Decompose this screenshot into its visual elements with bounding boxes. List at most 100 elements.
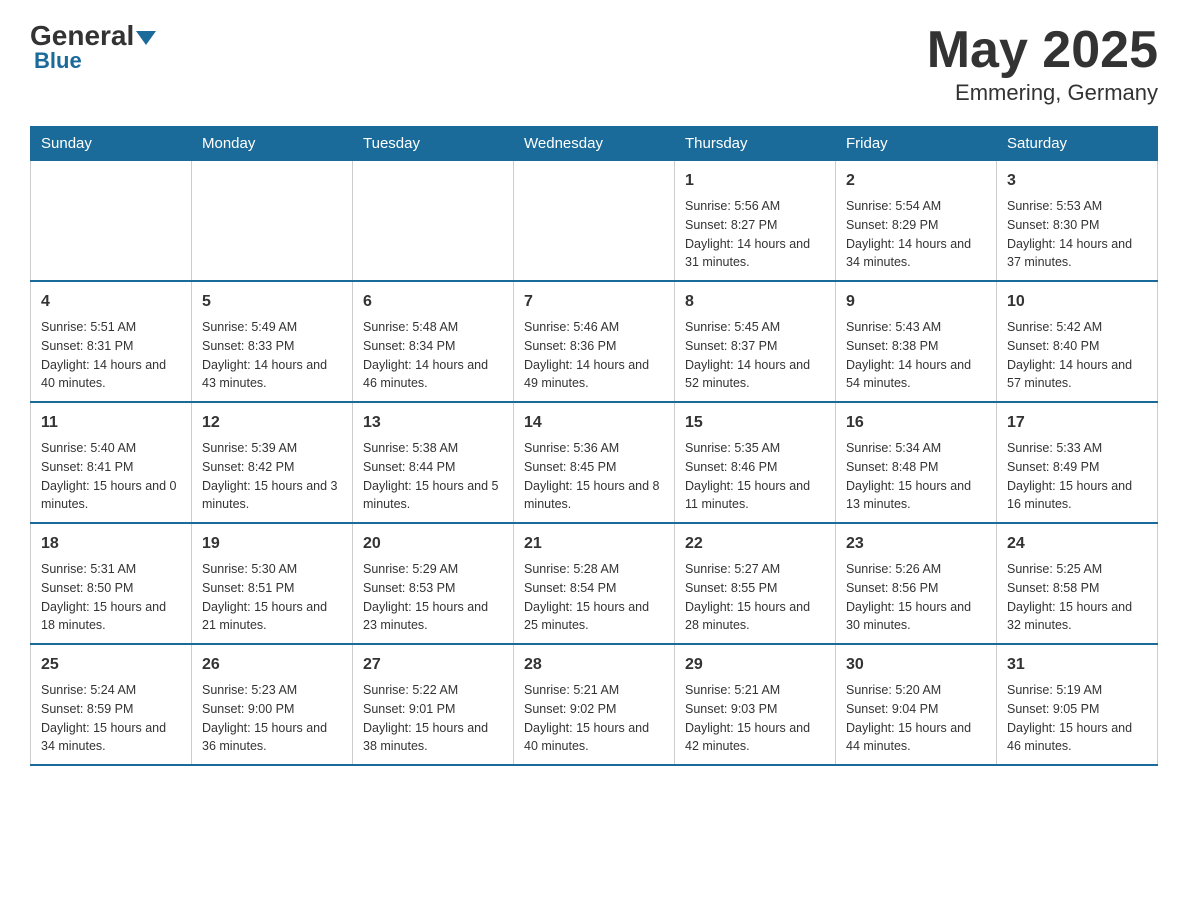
- day-number: 6: [363, 290, 503, 314]
- day-cell-3-3: 13Sunrise: 5:38 AM Sunset: 8:44 PM Dayli…: [353, 402, 514, 523]
- day-number: 22: [685, 532, 825, 556]
- day-info: Sunrise: 5:29 AM Sunset: 8:53 PM Dayligh…: [363, 560, 503, 635]
- col-sunday: Sunday: [31, 127, 192, 161]
- day-cell-4-3: 20 Sunrise: 5:29 AM Sunset: 8:53 PM Dayli…: [353, 523, 514, 644]
- day-cell-4-5: 22 Sunrise: 5:27 AM Sunset: 8:55 PM Dayli…: [675, 523, 836, 644]
- day-cell-2-4: 7 Sunrise: 5:46 AM Sunset: 8:36 PM Daylig…: [514, 281, 675, 402]
- day-number: 24: [1007, 532, 1147, 556]
- location-subtitle: Emmering, Germany: [927, 80, 1158, 106]
- col-tuesday: Tuesday: [353, 127, 514, 161]
- day-info: Sunrise: 5:45 AM Sunset: 8:37 PM Dayligh…: [685, 318, 825, 393]
- week-row-2: 4Sunrise: 5:51 AM Sunset: 8:31 PM Daylig…: [31, 281, 1158, 402]
- day-info: Sunrise: 5:25 AM Sunset: 8:58 PM Dayligh…: [1007, 560, 1147, 635]
- calendar-header-row: Sunday Monday Tuesday Wednesday Thursday…: [31, 127, 1158, 161]
- week-row-5: 25Sunrise: 5:24 AM Sunset: 8:59 PM Dayli…: [31, 644, 1158, 765]
- day-info: Sunrise: 5:27 AM Sunset: 8:55 PM Dayligh…: [685, 560, 825, 635]
- day-cell-1-3: [353, 161, 514, 282]
- day-info: Sunrise: 5:33 AM Sunset: 8:49 PM Dayligh…: [1007, 439, 1147, 514]
- day-info: Sunrise: 5:39 AM Sunset: 8:42 PM Dayligh…: [202, 439, 342, 514]
- day-info: Sunrise: 5:28 AM Sunset: 8:54 PM Dayligh…: [524, 560, 664, 635]
- day-number: 8: [685, 290, 825, 314]
- day-cell-1-5: 1 Sunrise: 5:56 AM Sunset: 8:27 PM Daylig…: [675, 161, 836, 282]
- month-year-title: May 2025: [927, 20, 1158, 80]
- day-info: Sunrise: 5:54 AM Sunset: 8:29 PM Dayligh…: [846, 197, 986, 272]
- day-number: 16: [846, 411, 986, 435]
- day-number: 11: [41, 411, 181, 435]
- day-info: Sunrise: 5:34 AM Sunset: 8:48 PM Dayligh…: [846, 439, 986, 514]
- day-cell-1-7: 3 Sunrise: 5:53 AM Sunset: 8:30 PM Daylig…: [997, 161, 1158, 282]
- day-info: Sunrise: 5:35 AM Sunset: 8:46 PM Dayligh…: [685, 439, 825, 514]
- day-cell-5-2: 26 Sunrise: 5:23 AM Sunset: 9:00 PM Dayli…: [192, 644, 353, 765]
- day-cell-1-4: [514, 161, 675, 282]
- day-cell-2-2: 5 Sunrise: 5:49 AM Sunset: 8:33 PM Daylig…: [192, 281, 353, 402]
- logo: General Blue: [30, 20, 156, 74]
- day-cell-4-7: 24 Sunrise: 5:25 AM Sunset: 8:58 PM Dayli…: [997, 523, 1158, 644]
- day-info: Sunrise: 5:42 AM Sunset: 8:40 PM Dayligh…: [1007, 318, 1147, 393]
- day-cell-4-1: 18 Sunrise: 5:31 AM Sunset: 8:50 PM Dayli…: [31, 523, 192, 644]
- day-info: Sunrise: 5:56 AM Sunset: 8:27 PM Dayligh…: [685, 197, 825, 272]
- day-info: Sunrise: 5:21 AM Sunset: 9:02 PM Dayligh…: [524, 681, 664, 756]
- day-number: 18: [41, 532, 181, 556]
- day-number: 15: [685, 411, 825, 435]
- day-info: Sunrise: 5:30 AM Sunset: 8:51 PM Dayligh…: [202, 560, 342, 635]
- day-cell-2-7: 10 Sunrise: 5:42 AM Sunset: 8:40 PM Dayli…: [997, 281, 1158, 402]
- day-info: Sunrise: 5:36 AM Sunset: 8:45 PM Dayligh…: [524, 439, 664, 514]
- day-cell-5-5: 29 Sunrise: 5:21 AM Sunset: 9:03 PM Dayli…: [675, 644, 836, 765]
- day-cell-2-5: 8 Sunrise: 5:45 AM Sunset: 8:37 PM Daylig…: [675, 281, 836, 402]
- day-number: 26: [202, 653, 342, 677]
- col-wednesday: Wednesday: [514, 127, 675, 161]
- day-info: Sunrise: 5:40 AM Sunset: 8:41 PM Dayligh…: [41, 439, 181, 514]
- day-number: 19: [202, 532, 342, 556]
- day-info: Sunrise: 5:49 AM Sunset: 8:33 PM Dayligh…: [202, 318, 342, 393]
- day-cell-5-6: 30Sunrise: 5:20 AM Sunset: 9:04 PM Dayli…: [836, 644, 997, 765]
- col-thursday: Thursday: [675, 127, 836, 161]
- day-number: 27: [363, 653, 503, 677]
- day-info: Sunrise: 5:21 AM Sunset: 9:03 PM Dayligh…: [685, 681, 825, 756]
- day-number: 14: [524, 411, 664, 435]
- day-cell-3-1: 11 Sunrise: 5:40 AM Sunset: 8:41 PM Dayli…: [31, 402, 192, 523]
- day-cell-2-3: 6 Sunrise: 5:48 AM Sunset: 8:34 PM Daylig…: [353, 281, 514, 402]
- day-number: 12: [202, 411, 342, 435]
- day-number: 23: [846, 532, 986, 556]
- week-row-4: 18 Sunrise: 5:31 AM Sunset: 8:50 PM Dayli…: [31, 523, 1158, 644]
- day-number: 1: [685, 169, 825, 193]
- day-cell-5-3: 27Sunrise: 5:22 AM Sunset: 9:01 PM Dayli…: [353, 644, 514, 765]
- day-number: 29: [685, 653, 825, 677]
- day-info: Sunrise: 5:53 AM Sunset: 8:30 PM Dayligh…: [1007, 197, 1147, 272]
- day-number: 3: [1007, 169, 1147, 193]
- day-info: Sunrise: 5:51 AM Sunset: 8:31 PM Dayligh…: [41, 318, 181, 393]
- day-cell-3-6: 16 Sunrise: 5:34 AM Sunset: 8:48 PM Dayli…: [836, 402, 997, 523]
- day-info: Sunrise: 5:31 AM Sunset: 8:50 PM Dayligh…: [41, 560, 181, 635]
- day-cell-4-4: 21Sunrise: 5:28 AM Sunset: 8:54 PM Dayli…: [514, 523, 675, 644]
- day-cell-3-4: 14 Sunrise: 5:36 AM Sunset: 8:45 PM Dayli…: [514, 402, 675, 523]
- day-cell-3-7: 17Sunrise: 5:33 AM Sunset: 8:49 PM Dayli…: [997, 402, 1158, 523]
- day-cell-5-4: 28 Sunrise: 5:21 AM Sunset: 9:02 PM Dayli…: [514, 644, 675, 765]
- day-info: Sunrise: 5:20 AM Sunset: 9:04 PM Dayligh…: [846, 681, 986, 756]
- day-info: Sunrise: 5:48 AM Sunset: 8:34 PM Dayligh…: [363, 318, 503, 393]
- day-number: 2: [846, 169, 986, 193]
- title-section: May 2025 Emmering, Germany: [927, 20, 1158, 106]
- week-row-3: 11 Sunrise: 5:40 AM Sunset: 8:41 PM Dayli…: [31, 402, 1158, 523]
- calendar-table: Sunday Monday Tuesday Wednesday Thursday…: [30, 126, 1158, 766]
- day-number: 28: [524, 653, 664, 677]
- day-cell-2-1: 4Sunrise: 5:51 AM Sunset: 8:31 PM Daylig…: [31, 281, 192, 402]
- day-info: Sunrise: 5:46 AM Sunset: 8:36 PM Dayligh…: [524, 318, 664, 393]
- day-number: 5: [202, 290, 342, 314]
- col-friday: Friday: [836, 127, 997, 161]
- week-row-1: 1 Sunrise: 5:56 AM Sunset: 8:27 PM Daylig…: [31, 161, 1158, 282]
- day-number: 10: [1007, 290, 1147, 314]
- day-cell-4-6: 23 Sunrise: 5:26 AM Sunset: 8:56 PM Dayli…: [836, 523, 997, 644]
- day-number: 7: [524, 290, 664, 314]
- day-cell-5-7: 31Sunrise: 5:19 AM Sunset: 9:05 PM Dayli…: [997, 644, 1158, 765]
- day-info: Sunrise: 5:23 AM Sunset: 9:00 PM Dayligh…: [202, 681, 342, 756]
- col-monday: Monday: [192, 127, 353, 161]
- day-info: Sunrise: 5:26 AM Sunset: 8:56 PM Dayligh…: [846, 560, 986, 635]
- day-number: 13: [363, 411, 503, 435]
- day-number: 20: [363, 532, 503, 556]
- logo-arrow-icon: [136, 31, 156, 45]
- day-number: 31: [1007, 653, 1147, 677]
- day-info: Sunrise: 5:43 AM Sunset: 8:38 PM Dayligh…: [846, 318, 986, 393]
- day-number: 9: [846, 290, 986, 314]
- day-cell-5-1: 25Sunrise: 5:24 AM Sunset: 8:59 PM Dayli…: [31, 644, 192, 765]
- day-cell-1-2: [192, 161, 353, 282]
